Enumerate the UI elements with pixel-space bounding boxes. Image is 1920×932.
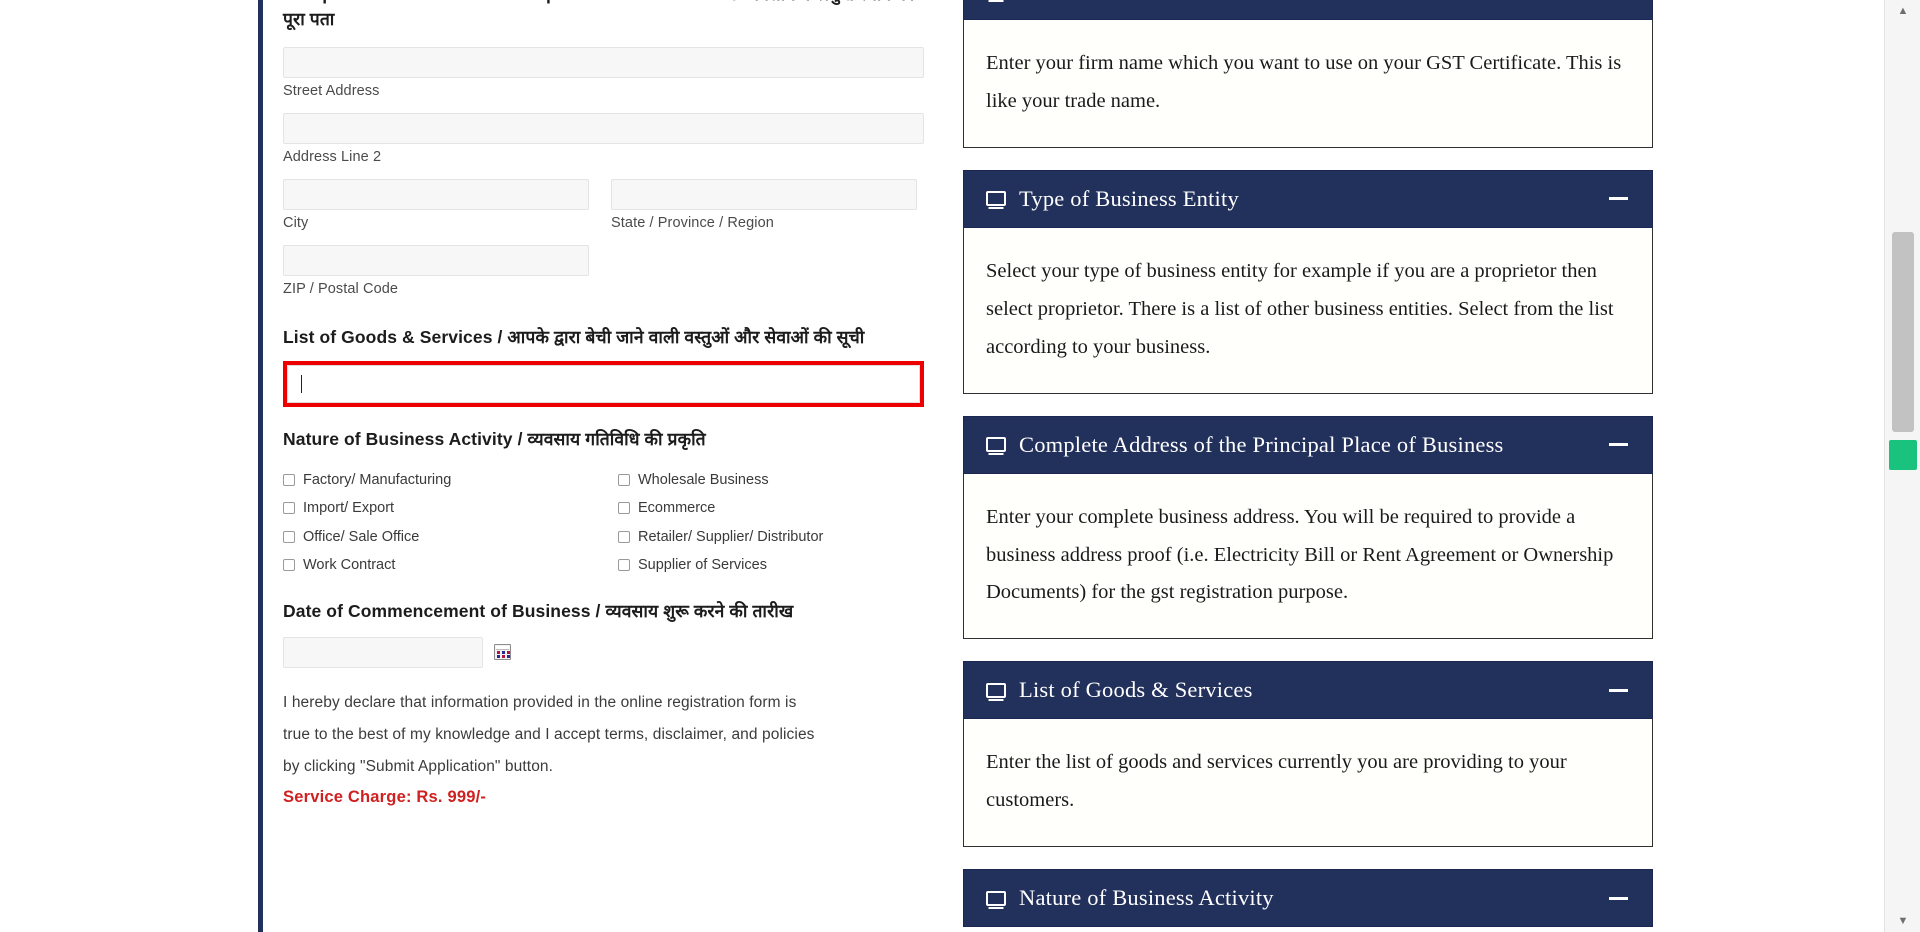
scrollbar-thumb[interactable] [1892, 232, 1914, 432]
checkbox-label: Wholesale Business [638, 471, 769, 488]
checkbox-icon[interactable] [618, 473, 630, 486]
help-card-name-of-firm: Name of Firm Enter your firm name which … [963, 0, 1653, 148]
address-line-2-label: Address Line 2 [283, 148, 382, 165]
vertical-scrollbar[interactable]: ▲ ▼ [1884, 0, 1920, 932]
help-card-header[interactable]: List of Goods & Services [963, 661, 1653, 720]
date-section-title: Date of Commencement of Business / व्यवस… [283, 600, 794, 621]
city-field: City [283, 178, 589, 231]
checkbox-label: Ecommerce [638, 500, 716, 516]
help-card-list-of-goods-services: List of Goods & Services Enter the list … [963, 661, 1653, 848]
help-card-header[interactable]: Name of Firm [963, 0, 1653, 20]
declaration-line-2: true to the best of my knowledge and I a… [283, 726, 815, 744]
registration-form-panel: Complete Address of the Principal Place … [258, 0, 946, 932]
goods-services-highlight-box [283, 361, 924, 408]
address-section-title: Complete Address of the Principal Place … [283, 0, 914, 30]
checkbox-wholesale-business[interactable]: Wholesale Business [618, 471, 924, 488]
help-card-type-of-business-entity: Type of Business Entity Select your type… [963, 169, 1653, 394]
checkbox-icon[interactable] [283, 473, 295, 486]
nature-of-business-checkbox-grid: Factory/ Manufacturing Wholesale Busines… [283, 471, 924, 573]
checkbox-supplier-of-services[interactable]: Supplier of Services [618, 558, 924, 573]
page-viewport: Complete Address of the Principal Place … [0, 0, 1884, 932]
help-card-header[interactable]: Complete Address of the Principal Place … [963, 415, 1653, 474]
help-card-nature-of-business-activity: Nature of Business Activity [963, 869, 1653, 928]
nature-section-title: Nature of Business Activity / व्यवसाय गत… [283, 429, 706, 450]
goods-section-title: List of Goods & Services / आपके द्वारा ब… [283, 326, 865, 347]
minus-icon[interactable] [1609, 197, 1628, 201]
checkbox-label: Factory/ Manufacturing [303, 471, 452, 488]
help-accordion-panel: Name of Firm Enter your firm name which … [963, 0, 1653, 932]
help-card-title: Name of Firm [1019, 0, 1609, 4]
help-card-body: Enter your firm name which you want to u… [963, 20, 1653, 148]
scrollbar-down-arrow[interactable]: ▼ [1885, 910, 1920, 932]
city-input[interactable] [283, 178, 589, 210]
minus-icon[interactable] [1609, 688, 1628, 692]
text-caret [301, 375, 302, 394]
help-card-body: Enter the list of goods and services cur… [963, 719, 1653, 848]
scrollbar-up-arrow[interactable]: ▲ [1885, 0, 1920, 22]
state-field: State / Province / Region [611, 178, 917, 231]
monitor-icon [986, 191, 1006, 207]
zip-label: ZIP / Postal Code [283, 280, 399, 297]
address-line-2-field: Address Line 2 [283, 112, 924, 165]
declaration-text: I hereby declare that information provid… [283, 687, 924, 784]
declaration-line-3: by clicking "Submit Application" button. [283, 758, 554, 776]
goods-services-input[interactable] [287, 365, 920, 404]
date-input[interactable] [283, 636, 483, 668]
date-of-commencement-field [283, 636, 924, 668]
chevron-up-icon: ▲ [1897, 4, 1909, 17]
checkbox-office-sale-office[interactable]: Office/ Sale Office [283, 528, 618, 545]
checkbox-import-export[interactable]: Import/ Export [283, 501, 618, 516]
help-card-body: Enter your complete business address. Yo… [963, 473, 1653, 640]
chevron-down-icon: ▼ [1897, 914, 1909, 927]
help-card-title: List of Goods & Services [1019, 677, 1253, 703]
help-card-title: Nature of Business Activity [1019, 885, 1274, 911]
checkbox-icon[interactable] [618, 559, 630, 572]
checkbox-icon[interactable] [618, 502, 630, 515]
street-address-label: Street Address [283, 82, 380, 99]
checkbox-label: Import/ Export [303, 500, 395, 516]
checkbox-icon[interactable] [618, 530, 630, 543]
help-card-body: Select your type of business entity for … [963, 227, 1653, 394]
help-card-title: Type of Business Entity [1019, 185, 1239, 211]
checkbox-retailer-supplier-distributor[interactable]: Retailer/ Supplier/ Distributor [618, 528, 924, 545]
checkbox-label: Supplier of Services [638, 557, 767, 573]
service-charge-text: Service Charge: Rs. 999/- [283, 787, 487, 806]
checkbox-label: Office/ Sale Office [303, 528, 420, 545]
street-address-input[interactable] [283, 46, 924, 78]
state-label: State / Province / Region [611, 214, 774, 231]
state-input[interactable] [611, 178, 917, 210]
address-line-2-input[interactable] [283, 112, 924, 144]
declaration-line-1: I hereby declare that information provid… [283, 693, 797, 711]
minus-icon[interactable] [1609, 443, 1628, 447]
help-card-header[interactable]: Nature of Business Activity [963, 869, 1653, 928]
street-address-field: Street Address [283, 46, 924, 99]
zip-input[interactable] [283, 244, 589, 276]
help-card-complete-address: Complete Address of the Principal Place … [963, 415, 1653, 640]
checkbox-label: Work Contract [303, 557, 396, 573]
scrollbar-find-marker[interactable] [1889, 440, 1917, 470]
checkbox-ecommerce[interactable]: Ecommerce [618, 501, 924, 516]
city-label: City [283, 214, 309, 231]
checkbox-work-contract[interactable]: Work Contract [283, 558, 618, 573]
minus-icon[interactable] [1609, 896, 1628, 900]
monitor-icon [986, 682, 1006, 698]
calendar-icon[interactable] [494, 644, 511, 661]
checkbox-label: Retailer/ Supplier/ Distributor [638, 528, 824, 545]
monitor-icon [986, 890, 1006, 906]
city-state-row: City State / Province / Region [283, 178, 924, 231]
checkbox-icon[interactable] [283, 559, 295, 572]
checkbox-factory-manufacturing[interactable]: Factory/ Manufacturing [283, 471, 618, 488]
help-card-header[interactable]: Type of Business Entity [963, 169, 1653, 228]
monitor-icon [986, 437, 1006, 453]
help-card-title: Complete Address of the Principal Place … [1019, 431, 1504, 457]
checkbox-icon[interactable] [283, 530, 295, 543]
page-root: Complete Address of the Principal Place … [0, 0, 1920, 932]
zip-field: ZIP / Postal Code [283, 244, 589, 297]
checkbox-icon[interactable] [283, 502, 295, 515]
